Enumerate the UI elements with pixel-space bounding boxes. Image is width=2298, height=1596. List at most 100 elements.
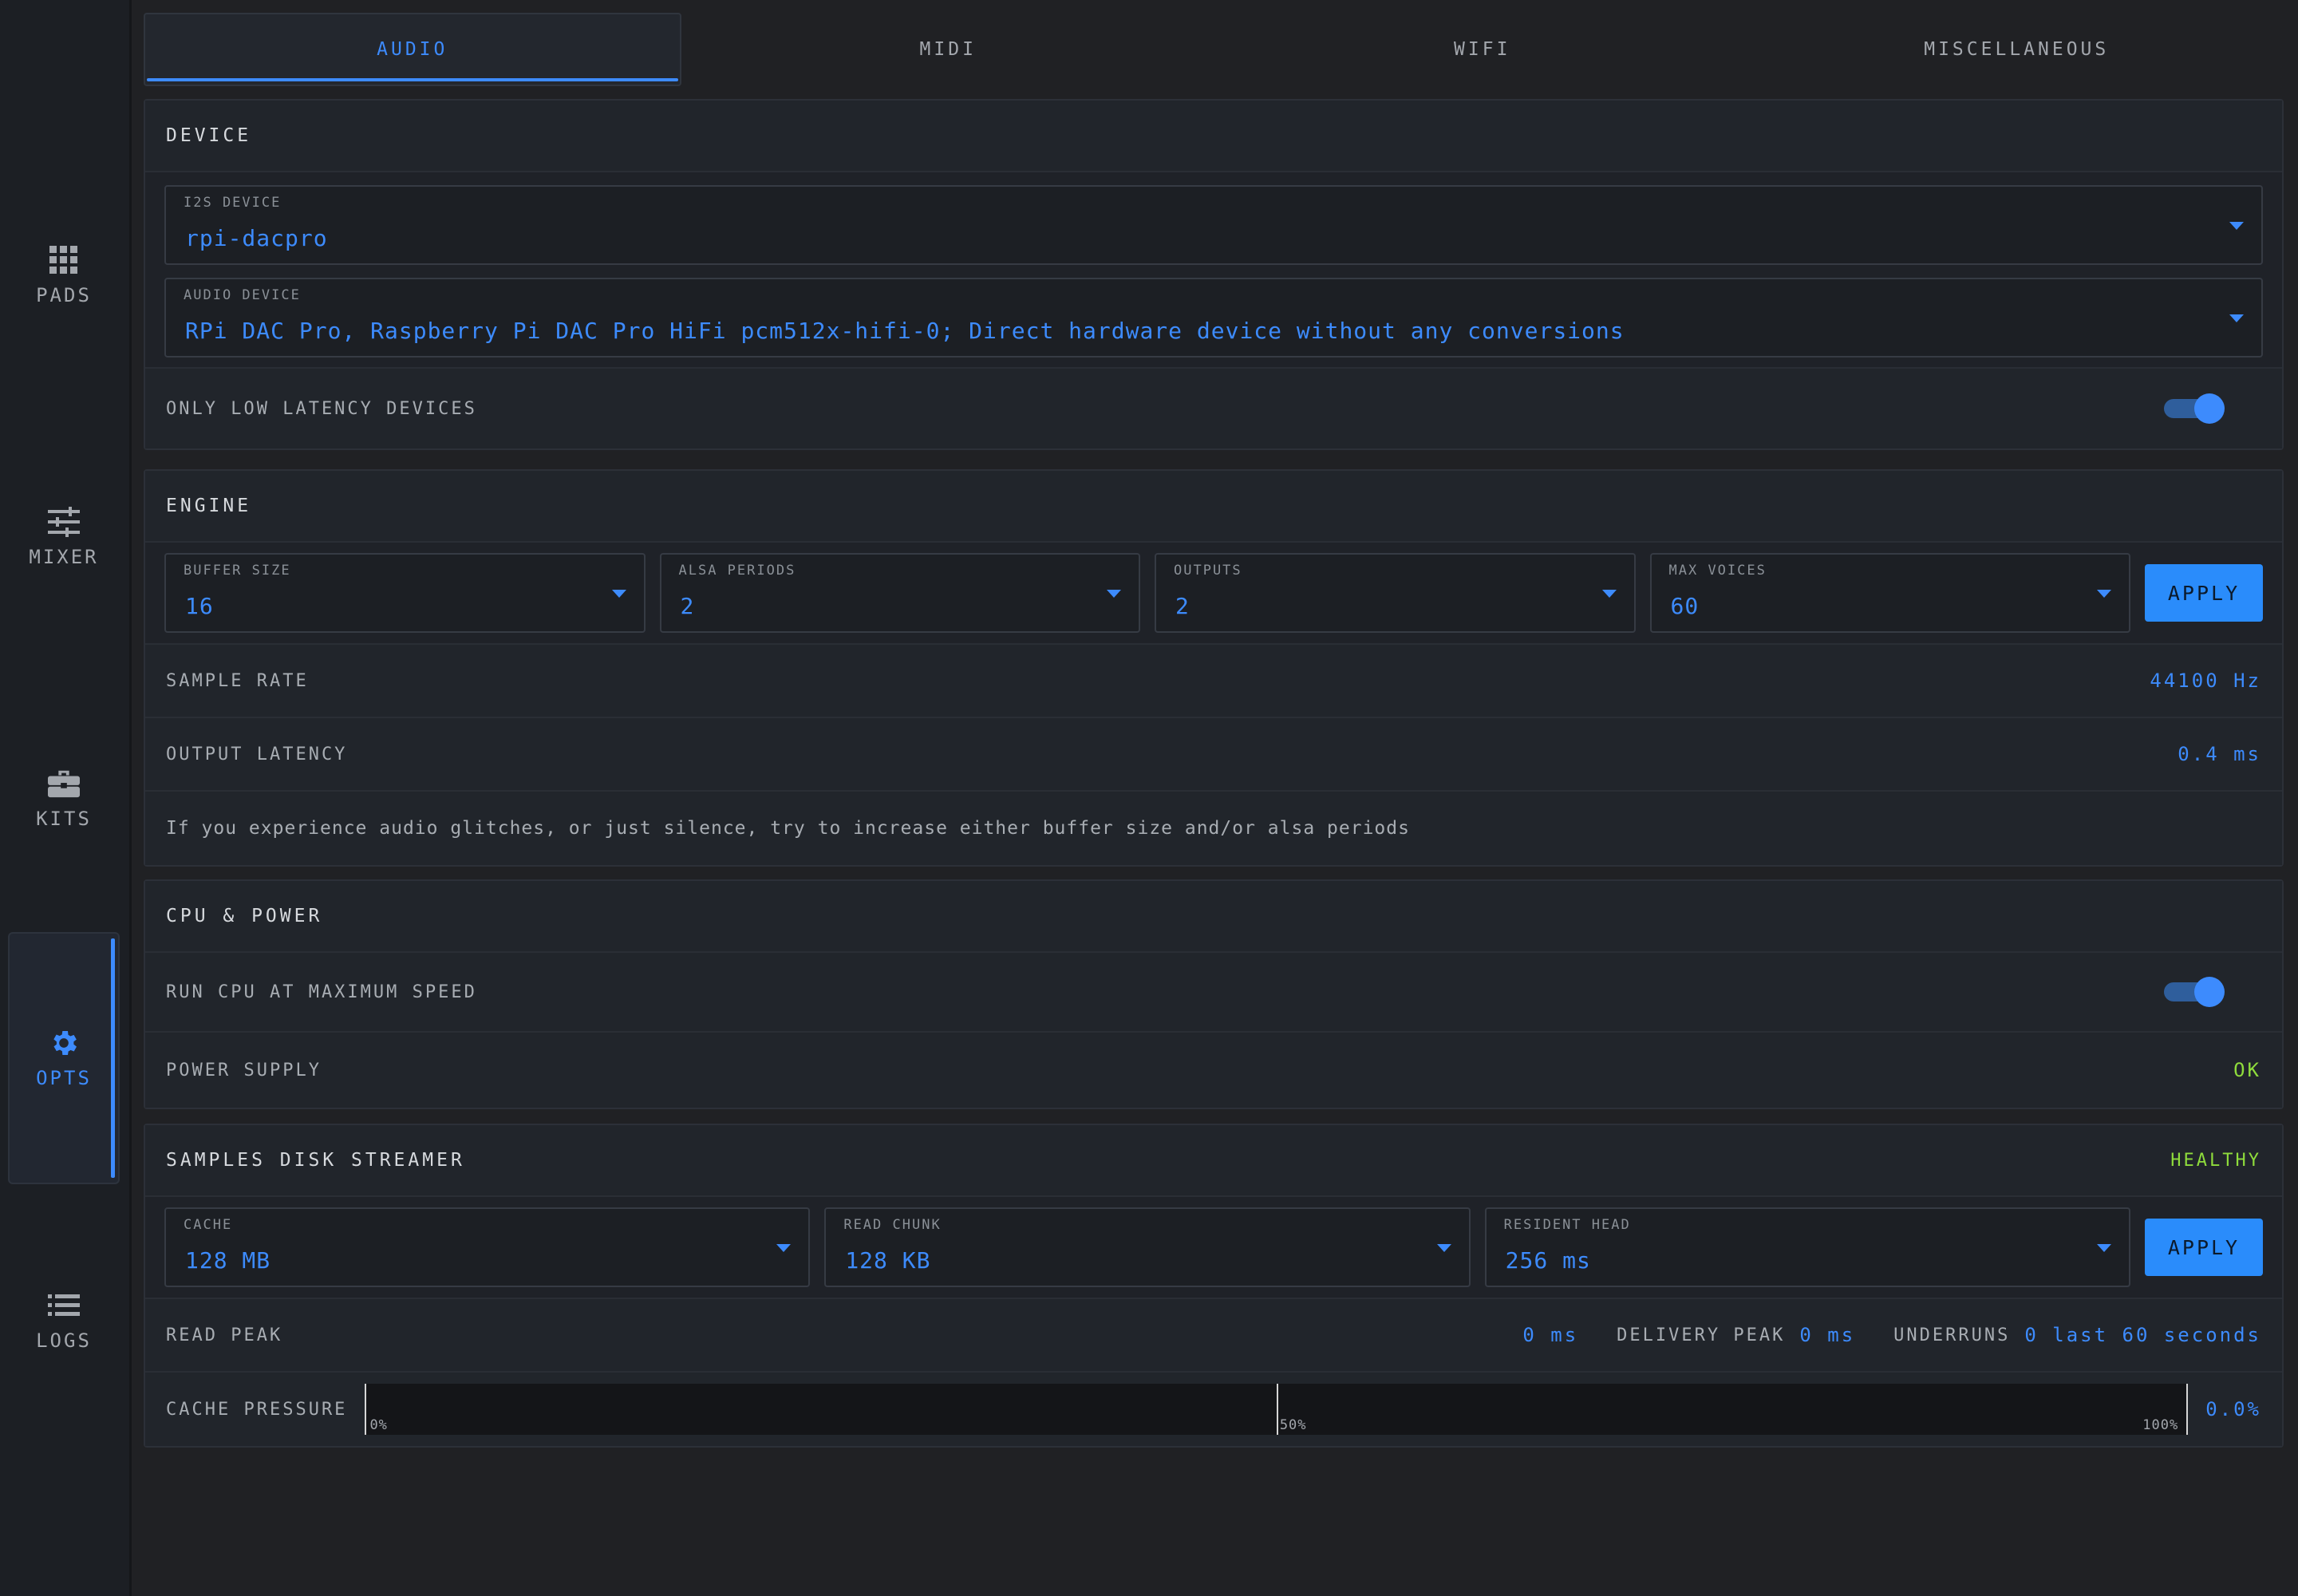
chevron-down-icon bbox=[2229, 314, 2244, 322]
tab-wifi[interactable]: WIFI bbox=[1215, 13, 1750, 86]
bar-midline bbox=[1276, 1384, 1278, 1435]
streamer-apply-button[interactable]: APPLY bbox=[2144, 1219, 2263, 1276]
audio-device-select[interactable]: AUDIO DEVICE RPi DAC Pro, Raspberry Pi D… bbox=[164, 278, 2263, 358]
engine-apply-button[interactable]: APPLY bbox=[2145, 564, 2263, 622]
nav-label: MIXER bbox=[29, 546, 99, 568]
nav-label: OPTS bbox=[36, 1067, 92, 1089]
tab-midi[interactable]: MIDI bbox=[681, 13, 1216, 86]
field-value: 2 bbox=[1175, 593, 1190, 619]
audio-device-row: AUDIO DEVICE RPi DAC Pro, Raspberry Pi D… bbox=[145, 278, 2282, 369]
power-supply-row: POWER SUPPLY OK bbox=[145, 1033, 2282, 1108]
i2s-row: I2S DEVICE rpi-dacpro bbox=[145, 172, 2282, 278]
max-speed-row: RUN CPU AT MAXIMUM SPEED bbox=[145, 953, 2282, 1033]
panel-title: SAMPLES DISK STREAMER bbox=[166, 1150, 465, 1171]
field-label: MAX VOICES bbox=[1668, 563, 1767, 579]
nav-label: PADS bbox=[36, 284, 92, 306]
tab-audio[interactable]: AUDIO bbox=[144, 13, 681, 86]
cache-pressure-bar: 0% 50% 100% bbox=[365, 1384, 2189, 1435]
cache-select[interactable]: CACHE 128 MB bbox=[164, 1207, 811, 1287]
nav-item-mixer[interactable]: MIXER bbox=[8, 469, 120, 605]
delivery-peak-label: DELIVERY PEAK bbox=[1617, 1325, 1786, 1345]
sidebar: PADS MIXER KITS OPTS LOGS bbox=[0, 0, 132, 1596]
engine-panel: ENGINE BUFFER SIZE 16 ALSA PERIODS 2 OUT… bbox=[144, 469, 2284, 867]
field-value: 128 MB bbox=[185, 1247, 271, 1274]
field-value: 2 bbox=[680, 593, 695, 619]
cpu-panel: CPU & POWER RUN CPU AT MAXIMUM SPEED POW… bbox=[144, 879, 2284, 1109]
field-value: 128 KB bbox=[845, 1247, 931, 1274]
bar-tick-label: 50% bbox=[1279, 1417, 1307, 1433]
gear-icon bbox=[48, 1027, 80, 1059]
output-latency-label: OUTPUT LATENCY bbox=[166, 744, 348, 764]
alsa-periods-select[interactable]: ALSA PERIODS 2 bbox=[659, 553, 1140, 633]
read-peak-row: READ PEAK 0 ms DELIVERY PEAK 0 ms UNDERR… bbox=[145, 1299, 2282, 1373]
field-value: rpi-dacpro bbox=[185, 225, 328, 251]
sliders-icon bbox=[48, 506, 80, 538]
power-supply-label: POWER SUPPLY bbox=[166, 1060, 322, 1080]
streamer-status-badge: HEALTHY bbox=[2170, 1150, 2261, 1171]
engine-hint: If you experience audio glitches, or jus… bbox=[166, 818, 1410, 839]
field-label: ALSA PERIODS bbox=[678, 563, 796, 579]
bar-tick-label: 100% bbox=[2142, 1417, 2179, 1433]
device-panel: DEVICE I2S DEVICE rpi-dacpro AUDIO DEVIC… bbox=[144, 99, 2284, 450]
engine-hint-row: If you experience audio glitches, or jus… bbox=[145, 792, 2282, 865]
field-value: 256 ms bbox=[1505, 1247, 1591, 1274]
chevron-down-icon bbox=[1601, 590, 1617, 598]
field-value: RPi DAC Pro, Raspberry Pi DAC Pro HiFi p… bbox=[185, 318, 1625, 344]
underruns-value: 0 last 60 seconds bbox=[2024, 1324, 2261, 1346]
max-speed-toggle[interactable] bbox=[2164, 977, 2225, 1007]
nav-item-pads[interactable]: PADS bbox=[8, 207, 120, 343]
panel-title: CPU & POWER bbox=[166, 906, 323, 926]
low-latency-toggle[interactable] bbox=[2164, 393, 2225, 424]
nav-item-logs[interactable]: LOGS bbox=[8, 1253, 120, 1389]
streamer-panel-title: SAMPLES DISK STREAMER HEALTHY bbox=[145, 1125, 2282, 1197]
panel-title: DEVICE bbox=[166, 125, 252, 146]
low-latency-row: ONLY LOW LATENCY DEVICES bbox=[145, 369, 2282, 448]
power-supply-status: OK bbox=[2233, 1059, 2261, 1081]
tab-miscellaneous[interactable]: MISCELLANEOUS bbox=[1750, 13, 2284, 86]
nav-label: LOGS bbox=[36, 1329, 92, 1352]
list-icon bbox=[48, 1290, 80, 1321]
underruns-label: UNDERRUNS bbox=[1893, 1325, 2011, 1345]
outputs-select[interactable]: OUTPUTS 2 bbox=[1155, 553, 1636, 633]
delivery-peak-value: 0 ms bbox=[1799, 1324, 1856, 1346]
cache-pressure-label: CACHE PRESSURE bbox=[166, 1399, 348, 1420]
field-label: AUDIO DEVICE bbox=[184, 287, 301, 303]
sample-rate-row: SAMPLE RATE 44100 Hz bbox=[145, 645, 2282, 718]
bar-tick-label: 0% bbox=[369, 1417, 388, 1433]
device-panel-title: DEVICE bbox=[145, 101, 2282, 172]
chevron-down-icon bbox=[776, 1244, 792, 1252]
read-chunk-select[interactable]: READ CHUNK 128 KB bbox=[824, 1207, 1471, 1287]
field-label: READ CHUNK bbox=[843, 1217, 942, 1233]
cache-pressure-row: CACHE PRESSURE 0% 50% 100% 0.0% bbox=[145, 1373, 2282, 1446]
field-label: CACHE bbox=[184, 1217, 233, 1233]
max-voices-select[interactable]: MAX VOICES 60 bbox=[1649, 553, 2130, 633]
tab-bar: AUDIO MIDI WIFI MISCELLANEOUS bbox=[144, 13, 2284, 86]
grid-icon bbox=[48, 244, 80, 276]
max-speed-label: RUN CPU AT MAXIMUM SPEED bbox=[166, 982, 477, 1002]
field-value: 60 bbox=[1670, 593, 1700, 619]
resident-head-select[interactable]: RESIDENT HEAD 256 ms bbox=[1484, 1207, 2130, 1287]
nav-item-opts[interactable]: OPTS bbox=[8, 932, 120, 1184]
chevron-down-icon bbox=[1107, 590, 1121, 598]
engine-fields-row: BUFFER SIZE 16 ALSA PERIODS 2 OUTPUTS 2 … bbox=[145, 543, 2282, 645]
low-latency-label: ONLY LOW LATENCY DEVICES bbox=[166, 398, 477, 419]
chevron-down-icon bbox=[2096, 1244, 2111, 1252]
buffer-size-select[interactable]: BUFFER SIZE 16 bbox=[164, 553, 646, 633]
engine-panel-title: ENGINE bbox=[145, 471, 2282, 543]
streamer-panel: SAMPLES DISK STREAMER HEALTHY CACHE 128 … bbox=[144, 1124, 2284, 1448]
field-label: I2S DEVICE bbox=[184, 195, 282, 211]
chevron-down-icon bbox=[2229, 222, 2244, 230]
nav-label: KITS bbox=[36, 808, 92, 830]
nav-item-kits[interactable]: KITS bbox=[8, 731, 120, 867]
cpu-panel-title: CPU & POWER bbox=[145, 881, 2282, 953]
i2s-device-select[interactable]: I2S DEVICE rpi-dacpro bbox=[164, 185, 2263, 265]
output-latency-row: OUTPUT LATENCY 0.4 ms bbox=[145, 718, 2282, 792]
peak-stats: 0 ms DELIVERY PEAK 0 ms UNDERRUNS 0 last… bbox=[1522, 1324, 2261, 1346]
field-label: RESIDENT HEAD bbox=[1503, 1217, 1631, 1233]
cache-pressure-value: 0.0% bbox=[2205, 1398, 2261, 1420]
chevron-down-icon bbox=[2097, 590, 2111, 598]
streamer-fields-row: CACHE 128 MB READ CHUNK 128 KB RESIDENT … bbox=[145, 1197, 2282, 1299]
chevron-down-icon bbox=[1436, 1244, 1451, 1252]
sample-rate-label: SAMPLE RATE bbox=[166, 670, 309, 691]
output-latency-value: 0.4 ms bbox=[2178, 743, 2261, 765]
